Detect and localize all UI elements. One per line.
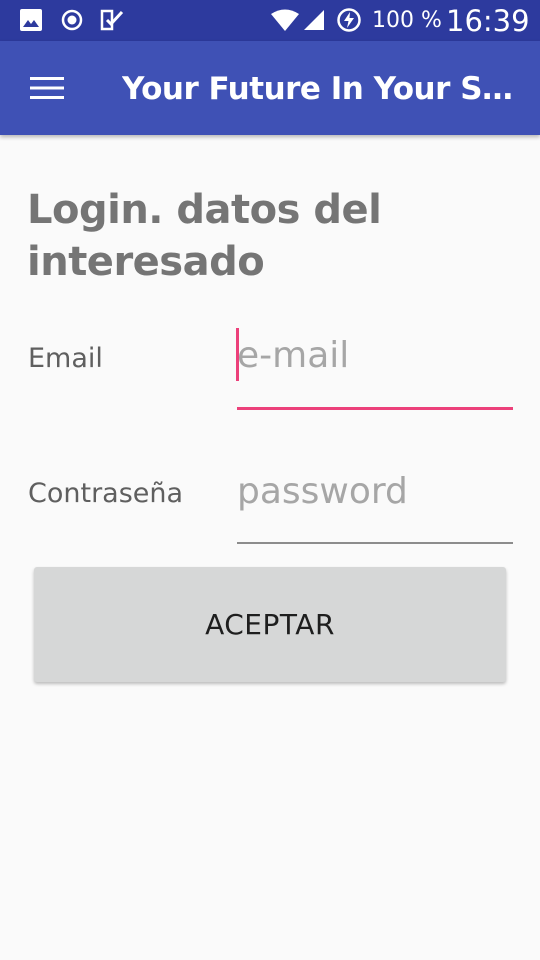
email-underline [237, 407, 513, 410]
checklist-icon [100, 9, 124, 31]
email-label: Email [28, 343, 103, 374]
clock: 16:39 [446, 4, 530, 38]
record-icon [61, 9, 83, 31]
status-bar: 100 % 16:39 [0, 0, 540, 41]
signal-icon [304, 10, 324, 30]
email-field[interactable] [237, 336, 513, 376]
page-title: Login. datos del interesado [27, 187, 382, 285]
text-cursor [236, 328, 239, 381]
battery-saver-icon [337, 8, 361, 32]
wifi-icon [271, 9, 299, 31]
app-title: Your Future In Your Smartphone [122, 71, 526, 107]
accept-button[interactable]: ACEPTAR [34, 567, 506, 682]
battery-percentage: 100 % [372, 8, 442, 33]
password-underline [237, 542, 513, 544]
image-icon [20, 9, 42, 31]
app-bar: Your Future In Your Smartphone [0, 41, 540, 135]
password-label: Contraseña [28, 478, 184, 509]
menu-icon[interactable] [30, 75, 64, 101]
password-field[interactable] [237, 472, 513, 512]
